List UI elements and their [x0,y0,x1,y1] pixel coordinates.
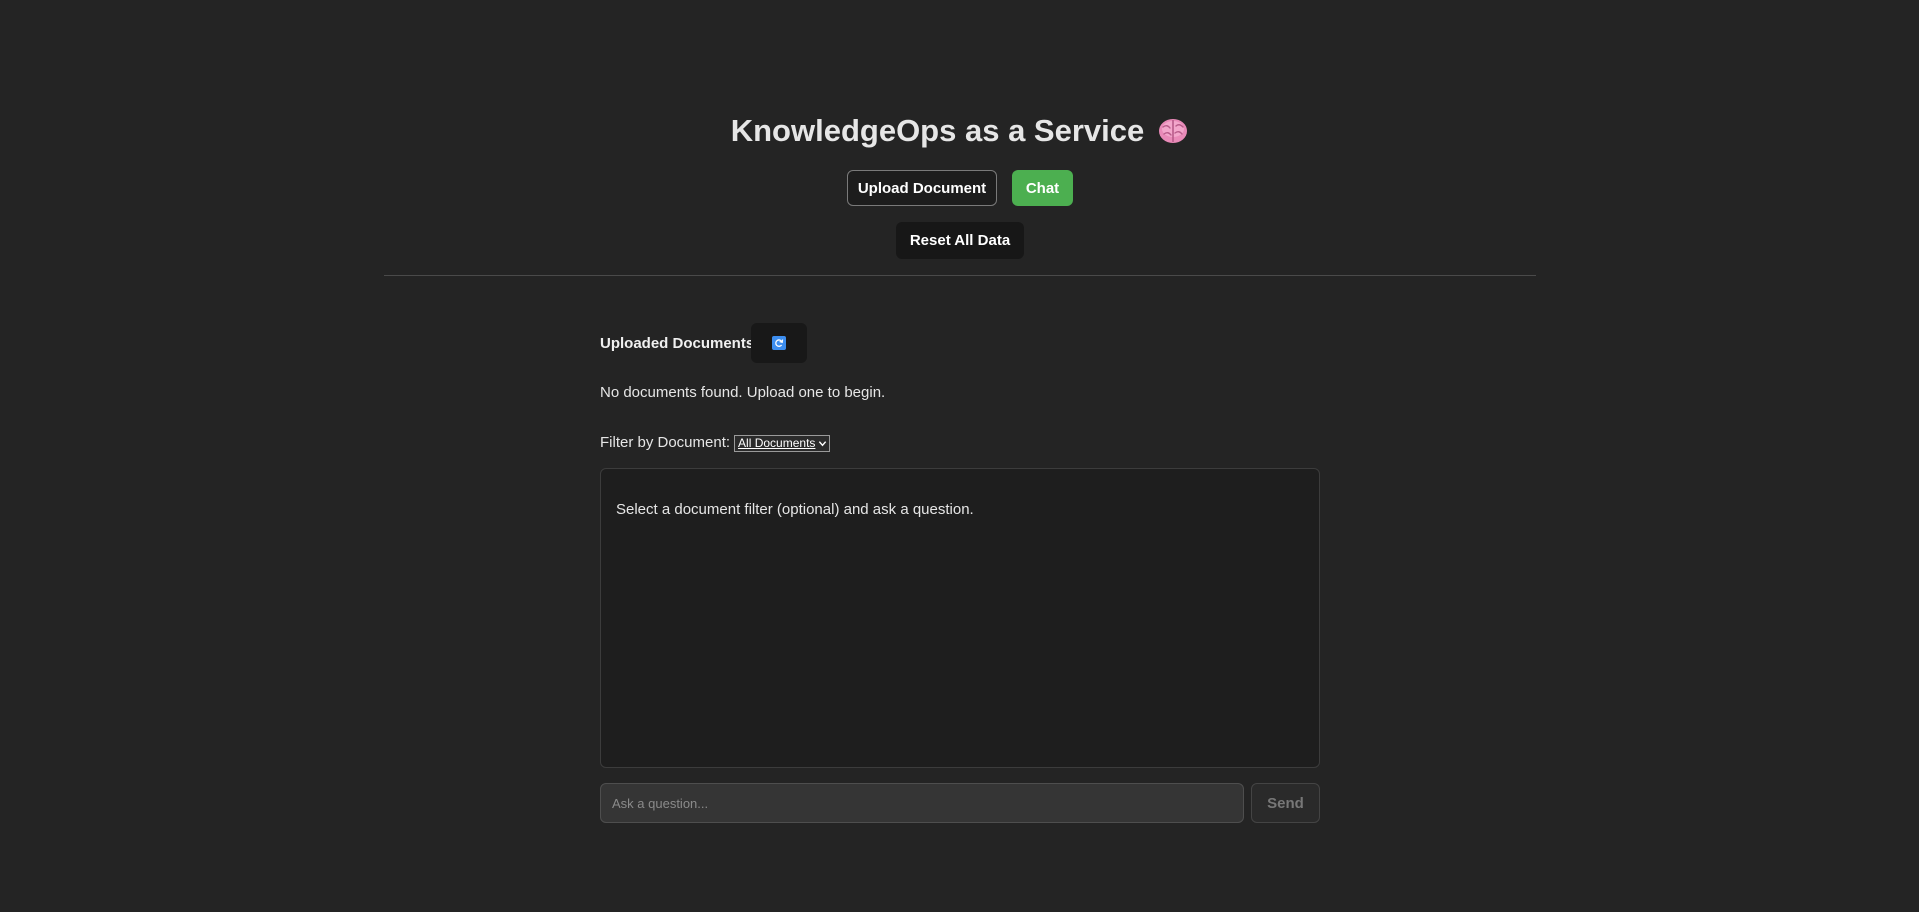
document-filter-row: Filter by Document: All Documents [600,434,831,452]
filter-label: Filter by Document: [600,434,731,451]
chat-messages-panel: Select a document filter (optional) and … [600,468,1320,768]
no-documents-message: No documents found. Upload one to begin. [600,384,886,401]
uploaded-documents-heading: Uploaded Documents [600,335,755,352]
chat-hint-text: Select a document filter (optional) and … [616,501,974,518]
page-title: KnowledgeOps as a Service [0,108,1919,154]
send-button[interactable]: Send [1251,783,1320,823]
upload-document-button[interactable]: Upload Document [847,170,997,206]
chat-label: Chat [1025,179,1060,197]
send-label: Send [1267,794,1304,812]
upload-document-label: Upload Document [857,179,987,197]
ask-question-input[interactable] [600,783,1244,823]
refresh-documents-button[interactable] [751,323,807,363]
app-page: KnowledgeOps as a Service Upload Documen… [0,0,1919,912]
document-filter-select[interactable]: All Documents [734,434,831,452]
page-title-text: KnowledgeOps as a Service [730,113,1145,148]
chat-button[interactable]: Chat [1012,170,1073,206]
reset-all-data-label: Reset All Data [909,232,1011,249]
reset-all-data-button[interactable]: Reset All Data [896,222,1024,259]
refresh-icon [772,336,786,350]
brain-icon [1158,111,1188,143]
header-divider [384,275,1536,276]
filter-selected-value: All Documents [738,436,816,450]
chevron-down-icon [819,440,827,446]
